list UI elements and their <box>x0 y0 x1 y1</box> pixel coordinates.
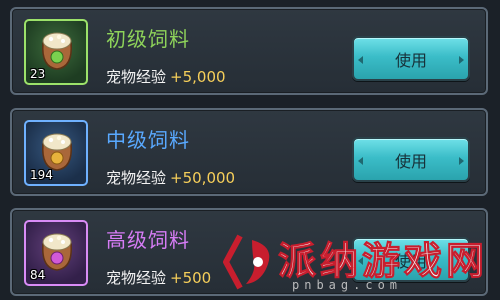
item-count: 84 <box>30 268 46 282</box>
exp-label: 宠物经验 <box>106 68 167 86</box>
feed-bag-icon <box>42 133 72 171</box>
item-name: 中级饲料 <box>106 128 190 152</box>
pnbag-logo-icon <box>223 234 270 290</box>
exp-label: 宠物经验 <box>106 169 167 187</box>
use-button[interactable]: 使用 <box>352 137 470 182</box>
feed-bag-icon <box>42 32 72 70</box>
exp-value: +500 <box>170 269 212 287</box>
watermark-subtext: pnbag.com <box>292 278 403 292</box>
item-exp: 宠物经验 +500 <box>106 267 211 288</box>
item-count: 23 <box>30 67 46 81</box>
item-slot[interactable]: 23 <box>24 19 88 85</box>
feed-item-basic: 23 初级饲料 宠物经验 +5,000 使用 <box>10 7 488 95</box>
item-slot[interactable]: 84 <box>24 220 88 286</box>
item-count: 194 <box>30 168 53 182</box>
watermark: 派纳游戏网 pnbag.com <box>222 228 500 300</box>
feed-bag-icon <box>42 233 72 271</box>
item-name: 初级饲料 <box>106 27 190 51</box>
feed-item-intermediate: 194 中级饲料 宠物经验 +50,000 使用 <box>10 108 488 196</box>
exp-value: +5,000 <box>170 68 226 86</box>
exp-label: 宠物经验 <box>106 269 167 287</box>
use-button[interactable]: 使用 <box>352 36 470 81</box>
item-name: 高级饲料 <box>106 228 190 252</box>
item-slot[interactable]: 194 <box>24 120 88 186</box>
item-exp: 宠物经验 +5,000 <box>106 66 226 87</box>
watermark-text: 派纳游戏网 <box>277 239 489 284</box>
exp-value: +50,000 <box>170 169 236 187</box>
item-exp: 宠物经验 +50,000 <box>106 167 235 188</box>
